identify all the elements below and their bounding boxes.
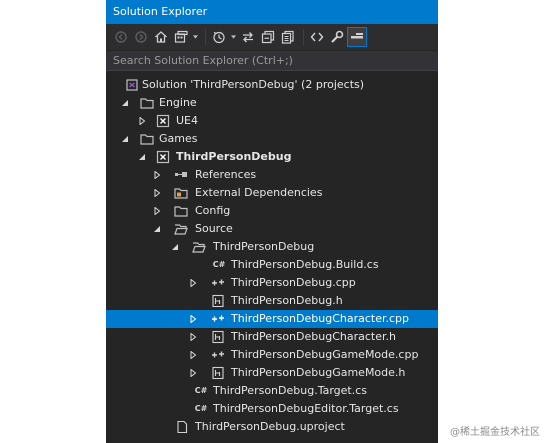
collapsed-arrow-icon[interactable]: [188, 274, 198, 292]
expanded-arrow-icon[interactable]: [120, 130, 130, 148]
properties-icon[interactable]: [328, 28, 346, 46]
show-all-files-icon[interactable]: [279, 28, 297, 46]
file-icon: [175, 420, 189, 434]
folder-icon: [174, 204, 188, 218]
tree-label: ThirdPersonDebug.Target.cs: [213, 384, 367, 397]
back-icon[interactable]: [112, 28, 130, 46]
chevron-down-icon[interactable]: [230, 28, 236, 46]
tree-row-engine[interactable]: Engine: [106, 94, 438, 112]
solution-explorer-panel: Solution Explorer Search Solution Explor…: [106, 0, 438, 443]
tree-row-file-selected[interactable]: ThirdPersonDebugCharacter.cpp: [106, 310, 438, 328]
expanded-arrow-icon[interactable]: [152, 220, 162, 238]
chevron-down-icon[interactable]: [192, 28, 198, 46]
tree-label: ThirdPersonDebugCharacter.cpp: [231, 312, 410, 325]
tree-row-file[interactable]: ThirdPersonDebugCharacter.h: [106, 328, 438, 346]
collapsed-arrow-icon[interactable]: [152, 166, 162, 184]
code-view-icon[interactable]: [308, 28, 326, 46]
tree-row-games[interactable]: Games: [106, 130, 438, 148]
tree-row-file[interactable]: C# ThirdPersonDebugEditor.Target.cs: [106, 400, 438, 418]
toolbar-separator: [303, 29, 304, 45]
tree-row-game-project[interactable]: ThirdPersonDebug: [106, 148, 438, 166]
tree-label: Source: [195, 222, 233, 235]
tree-label: ThirdPersonDebug.Build.cs: [231, 258, 379, 271]
expanded-arrow-icon[interactable]: [120, 94, 130, 112]
watermark: @稀土掘金技术社区: [450, 427, 540, 438]
tree-row-solution[interactable]: Solution 'ThirdPersonDebug' (2 projects): [106, 76, 438, 94]
header-file-icon: [211, 294, 225, 308]
cpp-project-icon: [156, 150, 170, 164]
tree-row-file[interactable]: C# ThirdPersonDebug.Build.cs: [106, 256, 438, 274]
tree-row-file[interactable]: C# ThirdPersonDebug.Target.cs: [106, 382, 438, 400]
tree-label: UE4: [176, 114, 198, 127]
tree-label: ThirdPersonDebugEditor.Target.cs: [213, 402, 399, 415]
folder-icon: [140, 96, 154, 110]
csharp-file-icon: C#: [194, 404, 208, 413]
folder-open-icon: [192, 240, 206, 254]
cpp-file-icon: [211, 312, 225, 326]
external-dependencies-icon: [174, 186, 188, 200]
tree-label: ThirdPersonDebug: [176, 150, 292, 163]
header-file-icon: [211, 366, 225, 380]
switch-views-icon[interactable]: [172, 28, 190, 46]
collapsed-arrow-icon[interactable]: [188, 346, 198, 364]
tree-label: Config: [195, 204, 231, 217]
folder-open-icon: [174, 222, 188, 236]
collapsed-arrow-icon[interactable]: [188, 364, 198, 382]
toolbar-separator: [205, 29, 206, 45]
tree-row-references[interactable]: References: [106, 166, 438, 184]
tree-row-external-dependencies[interactable]: External Dependencies: [106, 184, 438, 202]
collapsed-arrow-icon[interactable]: [188, 328, 198, 346]
collapsed-arrow-icon[interactable]: [152, 184, 162, 202]
tree-row-ue4[interactable]: UE4: [106, 112, 438, 130]
tree-row-file[interactable]: ThirdPersonDebugGameMode.cpp: [106, 346, 438, 364]
cpp-project-icon: [156, 114, 170, 128]
cpp-file-icon: [211, 348, 225, 362]
collapsed-arrow-icon[interactable]: [152, 202, 162, 220]
solution-icon: [125, 78, 139, 92]
collapsed-arrow-icon[interactable]: [137, 112, 147, 130]
tree-label: ThirdPersonDebugCharacter.h: [231, 330, 396, 343]
tree-row-source-subfolder[interactable]: ThirdPersonDebug: [106, 238, 438, 256]
tree-label: ThirdPersonDebug.uproject: [195, 420, 345, 433]
panel-title: Solution Explorer: [106, 0, 438, 24]
tree-label: ThirdPersonDebugGameMode.h: [231, 366, 406, 379]
tree-label: ThirdPersonDebugGameMode.cpp: [231, 348, 419, 361]
tree-row-file[interactable]: ThirdPersonDebug.uproject: [106, 418, 438, 436]
collapsed-arrow-icon[interactable]: [188, 310, 198, 328]
csharp-file-icon: C#: [194, 386, 208, 395]
tree-row-config[interactable]: Config: [106, 202, 438, 220]
tree-row-file[interactable]: ThirdPersonDebugGameMode.h: [106, 364, 438, 382]
toolbar: [106, 24, 438, 50]
csharp-file-icon: C#: [212, 260, 226, 269]
search-input[interactable]: Search Solution Explorer (Ctrl+;): [106, 51, 438, 71]
sync-icon[interactable]: [239, 28, 257, 46]
tree-label: External Dependencies: [195, 186, 323, 199]
header-file-icon: [211, 330, 225, 344]
pending-changes-icon[interactable]: [210, 28, 228, 46]
expanded-arrow-icon[interactable]: [137, 148, 147, 166]
tree-label: Solution 'ThirdPersonDebug' (2 projects): [142, 78, 365, 91]
tree-row-source[interactable]: Source: [106, 220, 438, 238]
tree-row-file[interactable]: ThirdPersonDebug.h: [106, 292, 438, 310]
tree-label: Engine: [159, 96, 197, 109]
preview-icon[interactable]: [347, 27, 367, 47]
tree-label: ThirdPersonDebug: [213, 240, 315, 253]
tree-label: ThirdPersonDebug.cpp: [231, 276, 356, 289]
tree-label: ThirdPersonDebug.h: [231, 294, 343, 307]
references-icon: [174, 168, 188, 182]
expanded-arrow-icon[interactable]: [170, 238, 180, 256]
folder-icon: [140, 132, 154, 146]
tree-label: Games: [159, 132, 198, 145]
tree-row-file[interactable]: ThirdPersonDebug.cpp: [106, 274, 438, 292]
forward-icon[interactable]: [132, 28, 150, 46]
tree-label: References: [195, 168, 257, 181]
cpp-file-icon: [211, 276, 225, 290]
collapse-all-icon[interactable]: [259, 28, 277, 46]
home-icon[interactable]: [152, 28, 170, 46]
